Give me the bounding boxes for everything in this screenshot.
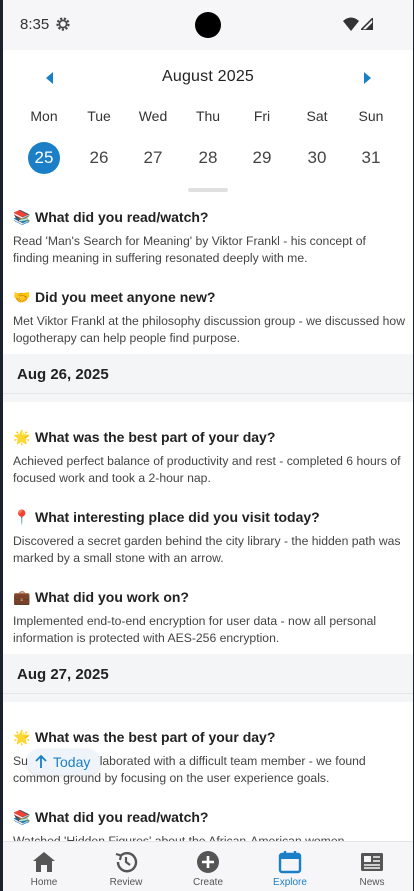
- next-month-icon[interactable]: [360, 71, 374, 85]
- add-circle-icon: [197, 851, 219, 873]
- handshake-icon: 🤝: [13, 288, 31, 305]
- question-text: What was the best part of your day?: [35, 429, 276, 445]
- bottom-navigation: Home Review Create Explore News: [3, 841, 413, 891]
- journal-entry[interactable]: 🌟 What was the best part of your day? Ac…: [13, 428, 405, 487]
- entry-answer: Discovered a secret garden behind the ci…: [13, 534, 401, 565]
- books-icon: 📚: [13, 208, 31, 225]
- day-number[interactable]: 28: [192, 142, 224, 174]
- nav-news[interactable]: News: [331, 842, 413, 891]
- day-name: Sat: [306, 108, 328, 124]
- day-mon[interactable]: Mon 25: [17, 108, 71, 174]
- entry-question: 🌟 What was the best part of your day?: [13, 728, 405, 746]
- date-divider: [3, 694, 413, 702]
- status-time: 8:35: [20, 16, 50, 33]
- entry-answer: Implemented end-to-end encryption for us…: [13, 614, 377, 645]
- question-text: What interesting place did you visit tod…: [35, 509, 320, 525]
- entry-answer: Met Viktor Frankl at the philosophy disc…: [13, 314, 405, 345]
- nav-explore[interactable]: Explore: [249, 842, 331, 891]
- journal-entry[interactable]: 💼 What did you work on? Implemented end-…: [13, 588, 405, 647]
- nav-review[interactable]: Review: [85, 842, 167, 891]
- day-name: Tue: [87, 108, 111, 124]
- date-header-text: Aug 27, 2025: [17, 666, 109, 683]
- nav-label: Explore: [273, 877, 307, 888]
- date-divider: [3, 394, 413, 402]
- entry-question: 📍 What interesting place did you visit t…: [13, 508, 405, 526]
- entry-question: 🌟 What was the best part of your day?: [13, 428, 405, 446]
- location-pin-icon: 📍: [13, 508, 31, 525]
- day-name: Wed: [138, 108, 168, 124]
- nav-label: Create: [192, 877, 223, 888]
- day-thu[interactable]: Thu 28: [181, 108, 235, 174]
- day-sun[interactable]: Sun 31: [344, 108, 398, 174]
- today-label: Today: [53, 754, 91, 770]
- day-number[interactable]: 30: [301, 142, 333, 174]
- question-text: What did you read/watch?: [35, 809, 209, 825]
- camera-cutout: [195, 12, 221, 38]
- date-header: Aug 27, 2025: [3, 654, 413, 694]
- date-header-text: Aug 26, 2025: [17, 366, 109, 383]
- journal-feed[interactable]: 📚 What did you read/watch? Read 'Man's S…: [3, 202, 413, 841]
- day-fri[interactable]: Fri 29: [235, 108, 289, 174]
- star-icon: 🌟: [13, 428, 31, 445]
- day-number-selected[interactable]: 25: [28, 142, 60, 174]
- day-name: Mon: [30, 108, 58, 124]
- nav-create[interactable]: Create: [167, 842, 249, 891]
- home-icon: [33, 852, 55, 872]
- signal-icon: [361, 18, 373, 30]
- newspaper-icon: [361, 853, 383, 871]
- settings-gear-icon: [56, 17, 70, 31]
- day-number[interactable]: 27: [137, 142, 169, 174]
- status-bar: 8:35: [3, 0, 413, 50]
- day-name: Sun: [358, 108, 384, 124]
- month-header: August 2025: [3, 68, 413, 88]
- nav-label: Home: [30, 877, 58, 888]
- entry-answer: Read 'Man's Search for Meaning' by Vikto…: [13, 234, 366, 265]
- entry-question: 💼 What did you work on?: [13, 588, 405, 606]
- day-sat[interactable]: Sat 30: [290, 108, 344, 174]
- calendar-icon: [278, 851, 302, 874]
- journal-entry[interactable]: 📍 What interesting place did you visit t…: [13, 508, 405, 567]
- journal-entry[interactable]: 🤝 Did you meet anyone new? Met Viktor Fr…: [13, 288, 405, 347]
- entry-question: 🤝 Did you meet anyone new?: [13, 288, 405, 306]
- arrow-up-icon: [35, 755, 47, 768]
- star-icon: 🌟: [13, 728, 31, 745]
- day-number[interactable]: 26: [83, 142, 115, 174]
- day-number[interactable]: 31: [355, 142, 387, 174]
- day-name: Fri: [253, 108, 271, 124]
- journal-entry[interactable]: 📚 What did you read/watch? Watched 'Hidd…: [13, 808, 405, 842]
- nav-label: News: [359, 877, 385, 888]
- entry-question: 📚 What did you read/watch?: [13, 808, 405, 826]
- entry-question: 📚 What did you read/watch?: [13, 208, 405, 226]
- date-header: Aug 26, 2025: [3, 354, 413, 394]
- books-icon: 📚: [13, 808, 31, 825]
- app-screen: 8:35 August 2025 Mon 25 Tue 26 Wed 27 Th…: [3, 0, 413, 891]
- day-number[interactable]: 29: [246, 142, 278, 174]
- briefcase-icon: 💼: [13, 588, 31, 605]
- journal-entry[interactable]: 📚 What did you read/watch? Read 'Man's S…: [13, 208, 405, 267]
- history-icon: [115, 852, 138, 873]
- week-calendar: August 2025 Mon 25 Tue 26 Wed 27 Thu 28: [3, 50, 413, 202]
- month-title: August 2025: [161, 68, 255, 85]
- day-tue[interactable]: Tue 26: [72, 108, 126, 174]
- wifi-icon: [343, 17, 359, 31]
- entry-answer: Watched 'Hidden Figures' about the Afric…: [13, 834, 345, 841]
- drag-handle[interactable]: [188, 188, 228, 192]
- question-text: Did you meet anyone new?: [35, 289, 216, 305]
- day-name: Thu: [195, 108, 221, 124]
- entry-answer: Achieved perfect balance of productivity…: [13, 454, 401, 485]
- question-text: What was the best part of your day?: [35, 729, 276, 745]
- nav-home[interactable]: Home: [3, 842, 85, 891]
- question-text: What did you work on?: [35, 589, 189, 605]
- scroll-to-today-button[interactable]: Today: [27, 749, 101, 775]
- nav-label: Review: [109, 877, 143, 888]
- question-text: What did you read/watch?: [35, 209, 209, 225]
- day-wed[interactable]: Wed 27: [126, 108, 180, 174]
